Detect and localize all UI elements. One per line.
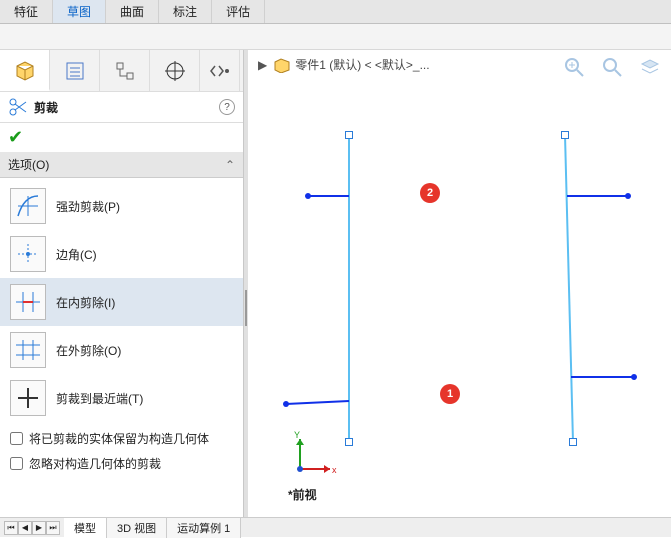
tab-sketch[interactable]: 草图 — [53, 0, 106, 23]
btab-3dview[interactable]: 3D 视图 — [107, 518, 167, 538]
triad: x Y — [288, 429, 338, 479]
keep-as-construction-checkbox[interactable] — [10, 432, 23, 445]
collapse-icon[interactable]: ⌃ — [225, 158, 235, 172]
keep-as-construction[interactable]: 将已剪裁的实体保留为构造几何体 — [0, 426, 243, 451]
ignore-construction-checkbox[interactable] — [10, 457, 23, 470]
power-trim-icon — [10, 188, 46, 224]
panel-tab-config[interactable] — [100, 50, 150, 91]
opt-label: 边角(C) — [56, 246, 97, 263]
list-icon — [64, 60, 86, 82]
opt-power-trim[interactable]: 强劲剪裁(P) — [0, 182, 243, 230]
endpoint[interactable] — [345, 131, 353, 139]
graphics-viewport[interactable]: ▶ 零件1 (默认) < <默认>_... — [248, 50, 671, 517]
x-axis-label: x — [332, 465, 337, 475]
panel-tab-dim[interactable] — [150, 50, 200, 91]
tab-surface[interactable]: 曲面 — [106, 0, 159, 23]
nav-first[interactable]: ⏮ — [4, 521, 18, 535]
chk-label: 将已剪裁的实体保留为构造几何体 — [29, 430, 209, 447]
trim-inside-icon — [10, 284, 46, 320]
trim-nearest-icon — [10, 380, 46, 416]
tab-feature[interactable]: 特征 — [0, 0, 53, 23]
tree-icon — [114, 60, 136, 82]
ignore-construction[interactable]: 忽略对构造几何体的剪裁 — [0, 451, 243, 476]
target-icon — [164, 60, 186, 82]
panel-title: 剪裁 — [34, 99, 219, 116]
scissors-icon — [8, 98, 28, 116]
endpoint[interactable] — [345, 438, 353, 446]
left-panel: 剪裁 ? ✔ 选项(O) ⌃ 强劲剪裁(P) 边角(C) 在内剪 — [0, 50, 244, 517]
nav-prev[interactable]: ◀ — [18, 521, 32, 535]
corner-icon — [10, 236, 46, 272]
panel-tab-property[interactable] — [50, 50, 100, 91]
endpoint[interactable] — [561, 131, 569, 139]
nav-last[interactable]: ⏭ — [46, 521, 60, 535]
tab-annotation[interactable]: 标注 — [159, 0, 212, 23]
opt-corner[interactable]: 边角(C) — [0, 230, 243, 278]
confirm-button[interactable]: ✔ — [0, 123, 243, 152]
btab-model[interactable]: 模型 — [64, 518, 107, 538]
toolbar — [0, 24, 671, 50]
opt-trim-outside[interactable]: 在外剪除(O) — [0, 326, 243, 374]
nav-next[interactable]: ▶ — [32, 521, 46, 535]
command-tabs: 特征 草图 曲面 标注 评估 — [0, 0, 671, 24]
callout-1: 1 — [440, 384, 460, 404]
cube-icon — [13, 58, 37, 82]
panel-tab-feature[interactable] — [0, 50, 50, 91]
view-name: *前视 — [288, 486, 317, 503]
endpoint[interactable] — [569, 438, 577, 446]
btab-motion[interactable]: 运动算例 1 — [167, 518, 241, 538]
help-icon[interactable]: ? — [219, 99, 235, 115]
chk-label: 忽略对构造几何体的剪裁 — [29, 455, 161, 472]
trim-options: 强劲剪裁(P) 边角(C) 在内剪除(I) 在外剪除(O) 剪裁到最近端(T) — [0, 178, 243, 426]
chevron-left-right-icon — [210, 64, 230, 78]
opt-label: 在内剪除(I) — [56, 294, 115, 311]
section-header: 选项(O) — [8, 156, 225, 173]
opt-trim-inside[interactable]: 在内剪除(I) — [0, 278, 243, 326]
opt-label: 在外剪除(O) — [56, 342, 121, 359]
opt-trim-nearest[interactable]: 剪裁到最近端(T) — [0, 374, 243, 422]
trim-outside-icon — [10, 332, 46, 368]
panel-tab-more[interactable] — [200, 50, 240, 91]
y-axis-label: Y — [294, 430, 300, 440]
tab-evaluate[interactable]: 评估 — [212, 0, 265, 23]
callout-2: 2 — [420, 183, 440, 203]
opt-label: 强劲剪裁(P) — [56, 198, 120, 215]
bottom-tabs: ⏮ ◀ ▶ ⏭ 模型 3D 视图 运动算例 1 — [0, 517, 671, 537]
opt-label: 剪裁到最近端(T) — [56, 390, 143, 407]
